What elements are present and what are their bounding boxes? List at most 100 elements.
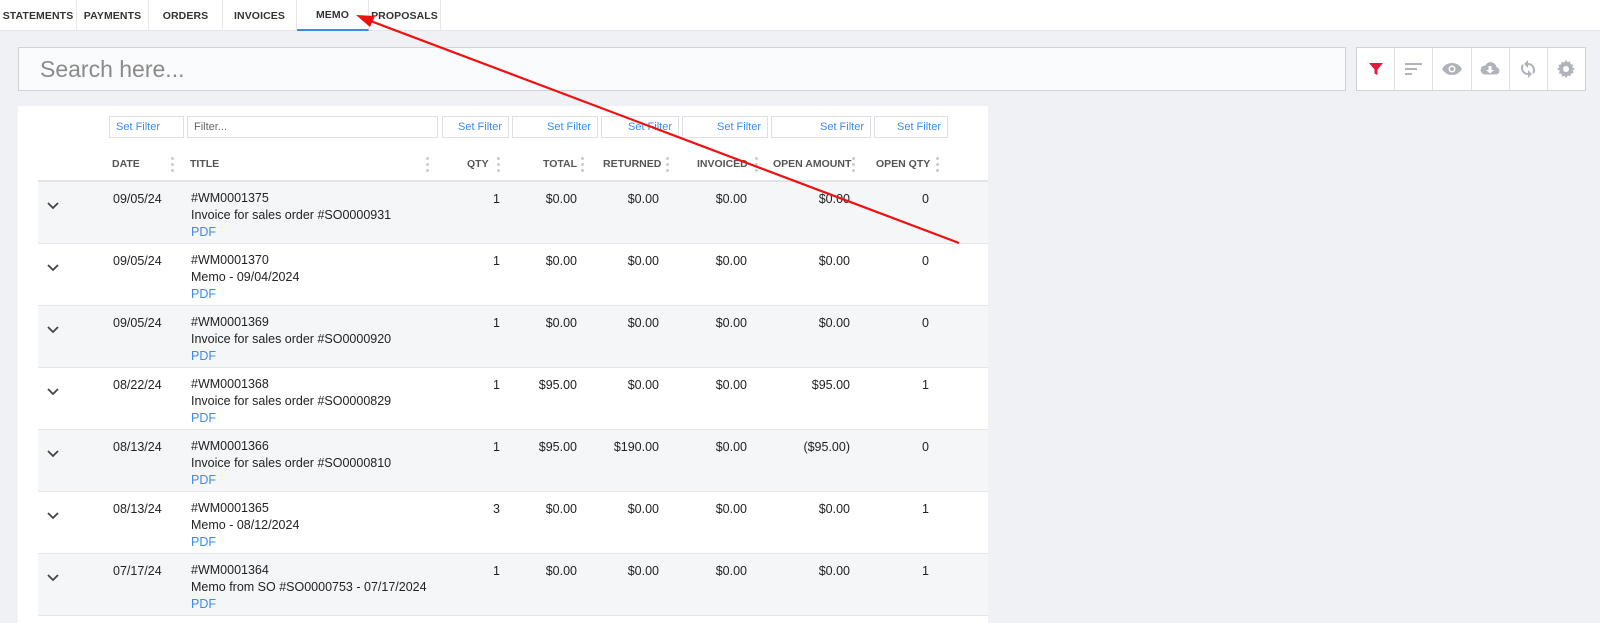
- memo-description: Memo - 09/04/2024: [191, 270, 300, 284]
- tab-proposals[interactable]: PROPOSALS: [369, 0, 441, 31]
- pdf-link[interactable]: PDF: [191, 472, 391, 489]
- title-cell: #WM0001366 Invoice for sales order #SO000…: [191, 438, 391, 489]
- column-menu-invoiced[interactable]: [754, 157, 758, 172]
- title-filter-input[interactable]: [188, 117, 437, 137]
- memo-grid: Set Filter Set Filter Set Filter Set Fil…: [18, 106, 988, 623]
- column-menu-date[interactable]: [170, 157, 174, 172]
- total-filter[interactable]: Set Filter: [512, 116, 598, 138]
- column-header-row: DATE TITLE QTY TOTAL RETURNED INVOICED O…: [38, 148, 988, 182]
- chevron-down-icon[interactable]: [46, 384, 60, 402]
- returned-cell: $0.00: [627, 564, 659, 578]
- chevron-down-icon[interactable]: [46, 260, 60, 278]
- column-header-date[interactable]: DATE: [112, 148, 140, 180]
- chevron-down-icon[interactable]: [46, 508, 60, 526]
- memo-number: #WM0001365: [191, 501, 269, 515]
- column-menu-returned[interactable]: [665, 157, 669, 172]
- open-qty-cell: 1: [922, 564, 929, 578]
- settings-button[interactable]: [1548, 48, 1585, 90]
- memo-number: #WM0001375: [191, 191, 269, 205]
- table-row[interactable]: 08/13/24 #WM0001366 Invoice for sales orde…: [38, 430, 988, 492]
- date-filter[interactable]: Set Filter: [109, 116, 184, 138]
- returned-cell: $0.00: [627, 378, 659, 392]
- search-input[interactable]: [38, 54, 1345, 84]
- invoiced-cell: $0.00: [715, 378, 747, 392]
- invoiced-cell: $0.00: [715, 192, 747, 206]
- date-cell: 09/05/24: [113, 316, 162, 330]
- column-header-title[interactable]: TITLE: [190, 148, 219, 180]
- tab-payments[interactable]: PAYMENTS: [77, 0, 149, 31]
- returned-cell: $0.00: [627, 502, 659, 516]
- chevron-down-icon[interactable]: [46, 446, 60, 464]
- open-qty-cell: 1: [922, 502, 929, 516]
- table-row[interactable]: 09/05/24 #WM0001369 Invoice for sales orde…: [38, 306, 988, 368]
- refresh-icon: [1521, 60, 1536, 78]
- pdf-link[interactable]: PDF: [191, 596, 427, 613]
- qty-filter[interactable]: Set Filter: [442, 116, 509, 138]
- column-menu-qty[interactable]: [496, 157, 500, 172]
- pdf-link[interactable]: PDF: [191, 348, 391, 365]
- returned-filter[interactable]: Set Filter: [601, 116, 679, 138]
- invoiced-cell: $0.00: [715, 564, 747, 578]
- column-header-open-amount[interactable]: OPEN AMOUNT: [773, 148, 851, 180]
- date-cell: 08/13/24: [113, 440, 162, 454]
- open-qty-filter[interactable]: Set Filter: [874, 116, 948, 138]
- title-filter: [187, 116, 438, 138]
- date-cell: 08/22/24: [113, 378, 162, 392]
- memo-number: #WM0001369: [191, 315, 269, 329]
- memo-description: Invoice for sales order #SO0000829: [191, 394, 392, 408]
- view-button[interactable]: [1433, 48, 1472, 90]
- sort-icon: [1404, 63, 1422, 75]
- tab-bar: STATEMENTS PAYMENTS ORDERS INVOICES MEMO…: [0, 0, 1600, 31]
- table-row[interactable]: 08/22/24 #WM0001368 Invoice for sales orde…: [38, 368, 988, 430]
- chevron-down-icon[interactable]: [46, 570, 60, 588]
- column-header-qty[interactable]: QTY: [467, 148, 489, 180]
- pdf-link[interactable]: PDF: [191, 534, 299, 551]
- open-qty-cell: 0: [922, 192, 929, 206]
- memo-number: #WM0001370: [191, 253, 269, 267]
- open-qty-cell: 0: [922, 316, 929, 330]
- table-row[interactable]: 07/17/24 #WM0001364 Memo from SO #SO000075…: [38, 554, 988, 616]
- invoiced-cell: $0.00: [715, 502, 747, 516]
- date-cell: 08/13/24: [113, 502, 162, 516]
- memo-description: Invoice for sales order #SO0000920: [191, 332, 392, 346]
- column-menu-open-amount[interactable]: [851, 157, 855, 172]
- refresh-button[interactable]: [1510, 48, 1548, 90]
- eye-icon: [1441, 63, 1462, 75]
- open-qty-cell: 0: [922, 440, 929, 454]
- open-amount-filter[interactable]: Set Filter: [771, 116, 871, 138]
- tab-statements[interactable]: STATEMENTS: [0, 0, 77, 31]
- tab-invoices[interactable]: INVOICES: [223, 0, 297, 31]
- chevron-down-icon[interactable]: [46, 322, 60, 340]
- filter-button[interactable]: [1357, 48, 1396, 90]
- table-row[interactable]: 09/05/24 #WM0001370 Memo - 09/04/2024 PDF 1 $…: [38, 244, 988, 306]
- sort-button[interactable]: [1395, 48, 1434, 90]
- pdf-link[interactable]: PDF: [191, 224, 391, 241]
- pdf-link[interactable]: PDF: [191, 410, 391, 427]
- table-row[interactable]: 08/13/24 #WM0001365 Memo - 08/12/2024 PDF 3 $…: [38, 492, 988, 554]
- column-menu-open-qty[interactable]: [935, 157, 939, 172]
- grid-toolbar: [1356, 47, 1586, 91]
- column-header-total[interactable]: TOTAL: [543, 148, 577, 180]
- download-button[interactable]: [1472, 48, 1510, 90]
- table-row[interactable]: 09/05/24 #WM0001375 Invoice for sales orde…: [38, 182, 988, 244]
- open-qty-cell: 0: [922, 254, 929, 268]
- title-cell: #WM0001369 Invoice for sales order #SO000…: [191, 314, 391, 365]
- tab-orders[interactable]: ORDERS: [149, 0, 223, 31]
- returned-cell: $0.00: [627, 316, 659, 330]
- column-header-invoiced[interactable]: INVOICED: [697, 148, 748, 180]
- column-menu-total[interactable]: [580, 157, 584, 172]
- column-header-returned[interactable]: RETURNED: [603, 148, 661, 180]
- date-cell: 09/05/24: [113, 192, 162, 206]
- title-cell: #WM0001364 Memo from SO #SO0000753 - 07/1…: [191, 562, 427, 613]
- cloud-download-icon: [1480, 62, 1500, 75]
- pdf-link[interactable]: PDF: [191, 286, 299, 303]
- invoiced-filter[interactable]: Set Filter: [682, 116, 768, 138]
- tab-memo[interactable]: MEMO: [297, 0, 369, 31]
- column-header-open-qty[interactable]: OPEN QTY: [876, 148, 930, 180]
- chevron-down-icon[interactable]: [46, 198, 60, 216]
- column-menu-title[interactable]: [425, 157, 429, 172]
- filter-row: Set Filter Set Filter Set Filter Set Fil…: [18, 116, 988, 138]
- gear-icon: [1557, 60, 1576, 78]
- memo-description: Memo - 08/12/2024: [191, 518, 300, 532]
- invoiced-cell: $0.00: [715, 254, 747, 268]
